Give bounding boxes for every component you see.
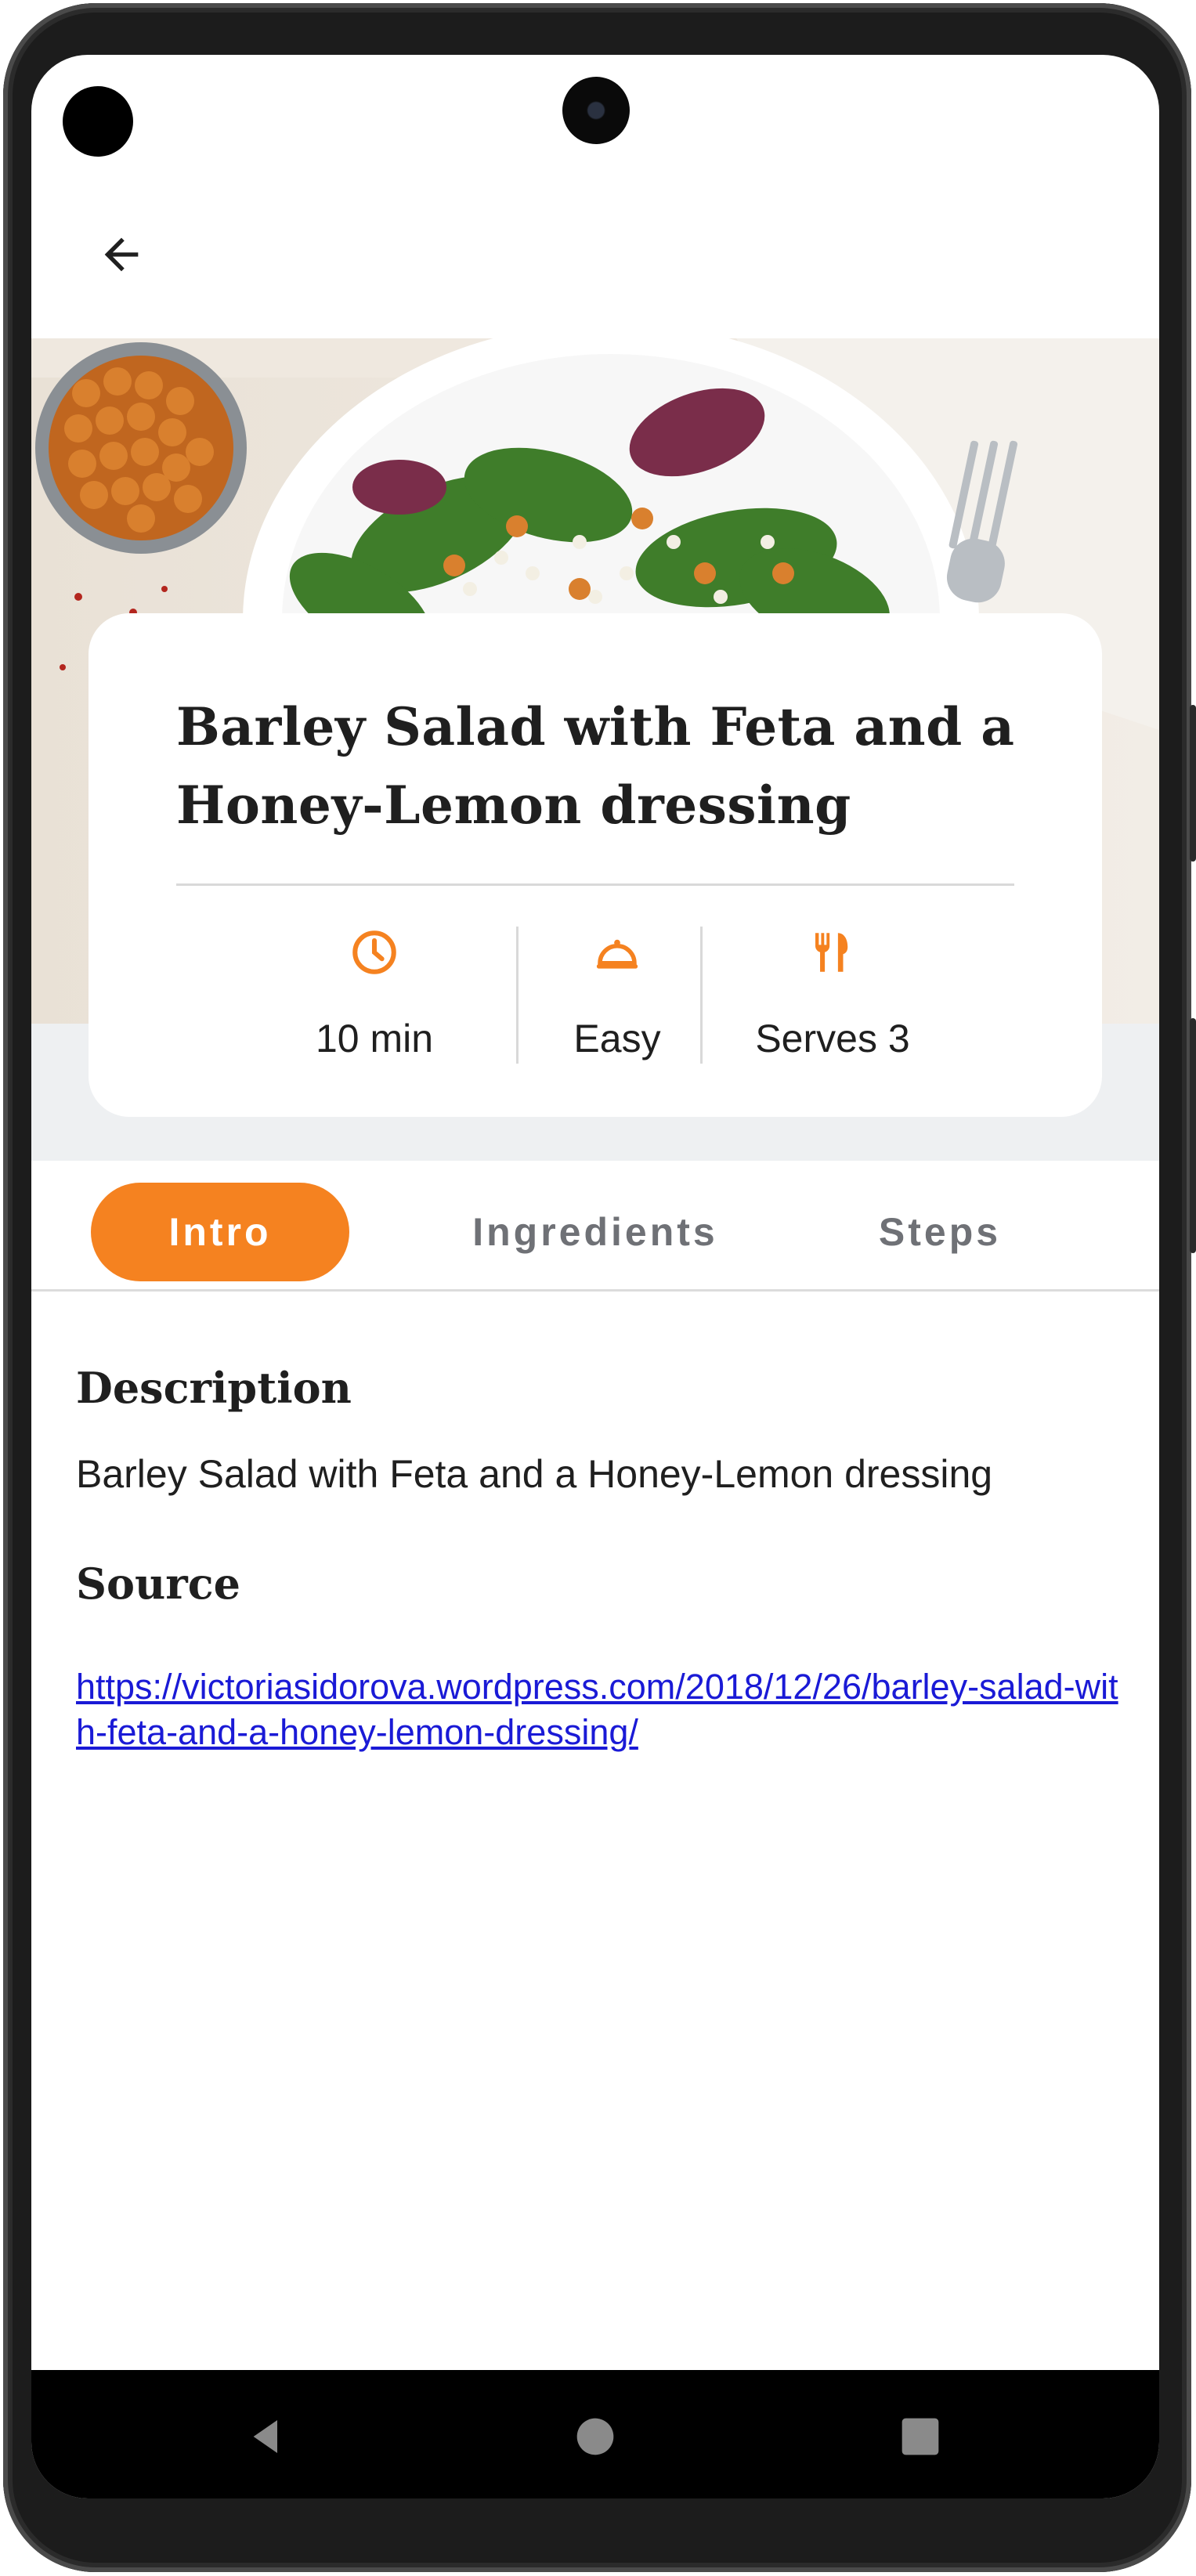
servings-label: Serves 3 bbox=[755, 1017, 910, 1060]
nav-home-button[interactable] bbox=[560, 2401, 631, 2472]
fork-knife-icon bbox=[815, 933, 848, 972]
arrow-left-icon bbox=[104, 237, 139, 272]
description-text: Barley Salad with Feta and a Honey-Lemon… bbox=[76, 1452, 993, 1496]
tabs-divider bbox=[31, 1289, 1159, 1292]
time-label: 10 min bbox=[315, 1017, 434, 1060]
tab-bar: Intro Ingredients Steps bbox=[31, 1161, 1159, 1291]
tab-steps[interactable]: Steps bbox=[846, 1183, 1034, 1281]
nav-back-button[interactable] bbox=[231, 2401, 302, 2472]
device-frame: Barley Salad with Feta and a Honey-Lemon… bbox=[0, 0, 1196, 2576]
description-heading: Description bbox=[76, 1363, 352, 1413]
tab-ingredients[interactable]: Ingredients bbox=[439, 1183, 752, 1281]
source-heading: Source bbox=[76, 1559, 240, 1609]
clock-icon bbox=[352, 930, 396, 974]
recipe-title: Barley Salad with Feta and a Honey-Lemon… bbox=[176, 696, 1015, 836]
front-camera bbox=[562, 77, 630, 144]
circle-home-icon bbox=[576, 2418, 614, 2455]
difficulty-label: Easy bbox=[573, 1017, 661, 1060]
screen: Barley Salad with Feta and a Honey-Lemon… bbox=[31, 55, 1159, 2498]
time-stat: 10 min bbox=[276, 927, 472, 1061]
stat-divider bbox=[700, 927, 703, 1064]
back-button[interactable] bbox=[78, 211, 164, 298]
volume-button bbox=[1190, 1018, 1196, 1253]
tab-intro[interactable]: Intro bbox=[91, 1183, 349, 1281]
triangle-back-icon bbox=[253, 2420, 277, 2453]
difficulty-stat: Easy bbox=[539, 927, 696, 1061]
servings-stat: Serves 3 bbox=[723, 927, 942, 1061]
nav-recents-button[interactable] bbox=[885, 2401, 956, 2472]
stat-divider bbox=[516, 927, 519, 1064]
recipe-info-card: Barley Salad with Feta and a Honey-Lemon… bbox=[89, 613, 1102, 1117]
status-dot bbox=[63, 86, 133, 157]
system-nav-bar bbox=[31, 2370, 1159, 2498]
title-divider bbox=[176, 883, 1014, 886]
cloche-icon bbox=[596, 939, 638, 969]
power-button bbox=[1190, 705, 1196, 862]
source-link[interactable]: https://victoriasidorova.wordpress.com/2… bbox=[76, 1664, 1126, 1755]
square-recents-icon bbox=[902, 2418, 939, 2455]
